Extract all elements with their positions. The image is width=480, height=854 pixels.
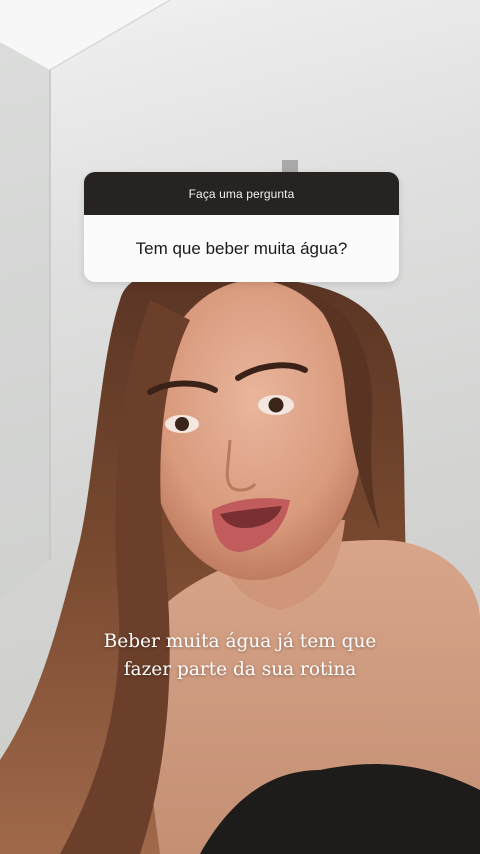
person-illustration bbox=[0, 271, 480, 854]
caption-line-1: Beber muita água já tem que bbox=[103, 631, 377, 652]
question-sticker-header: Faça uma pergunta bbox=[84, 172, 399, 215]
question-sticker[interactable]: Faça uma pergunta Tem que beber muita ág… bbox=[84, 172, 399, 282]
question-sticker-question: Tem que beber muita água? bbox=[84, 215, 399, 282]
caption: Beber muita água já tem que fazer parte … bbox=[40, 628, 440, 684]
story-viewer[interactable]: Faça uma pergunta Tem que beber muita ág… bbox=[0, 0, 480, 854]
caption-line-2: fazer parte da sua rotina bbox=[123, 659, 357, 680]
